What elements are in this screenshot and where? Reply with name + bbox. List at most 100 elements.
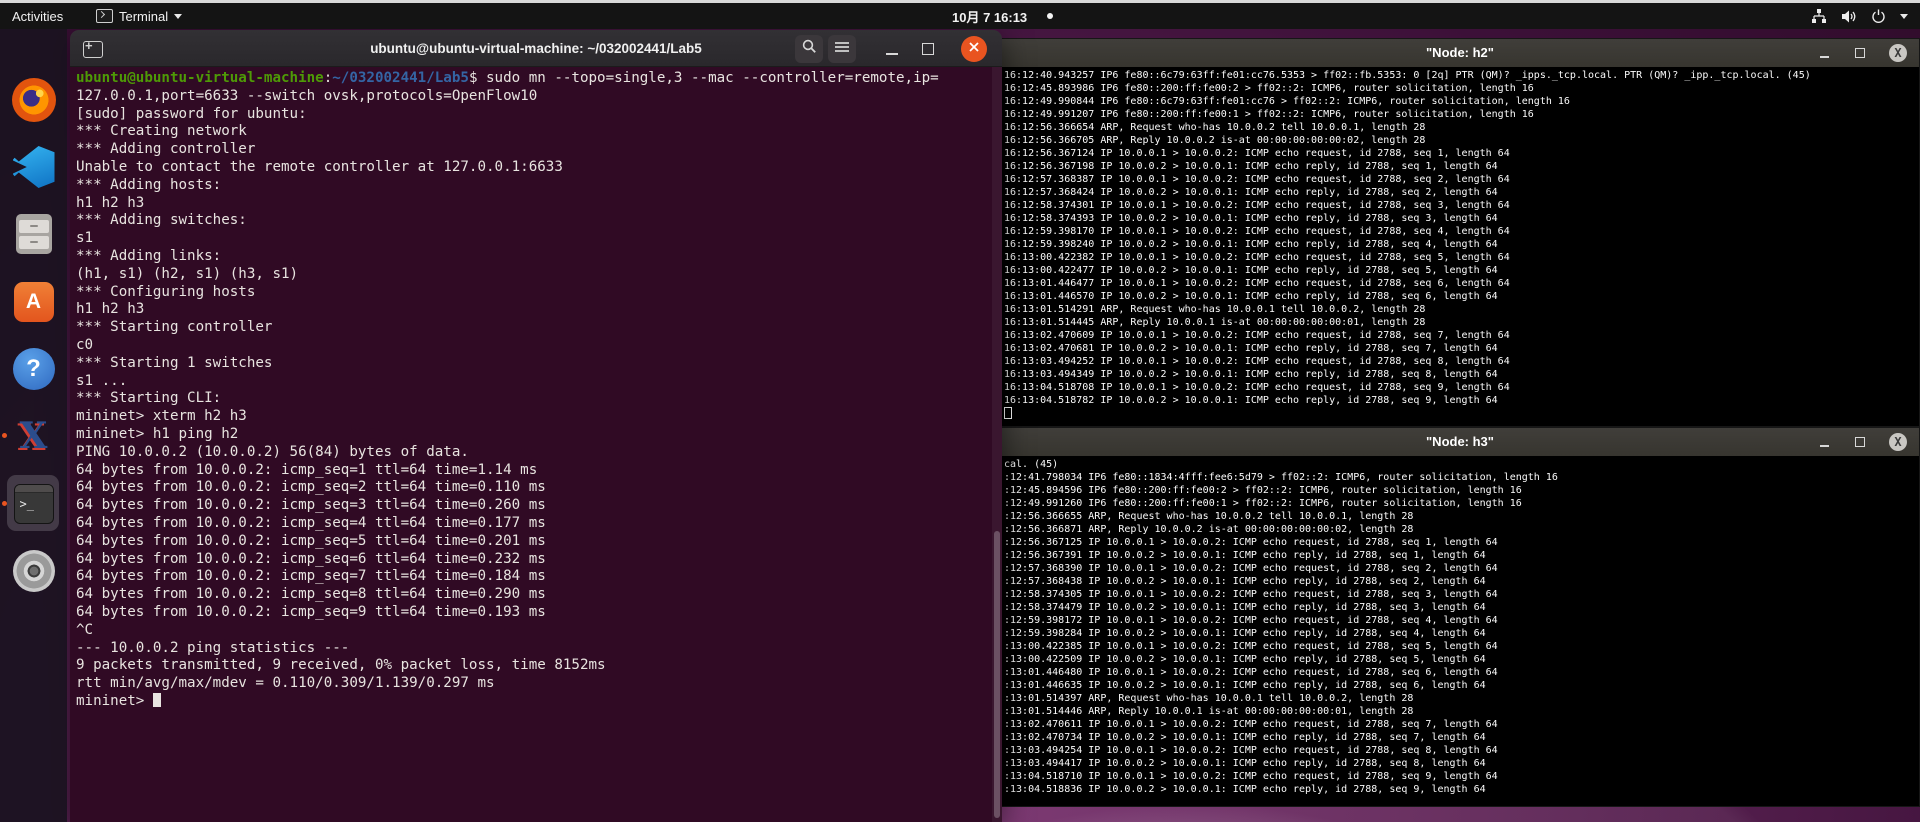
minimize-icon	[1819, 56, 1829, 58]
activities-button[interactable]: Activities	[4, 3, 71, 29]
xterm-h3-title: "Node: h3"	[1426, 434, 1494, 449]
terminal-line: *** Starting CLI:	[76, 390, 222, 407]
terminal-line: (h1, s1) (h2, s1) (h3, s1)	[76, 265, 299, 282]
vscode-icon	[12, 146, 55, 188]
activities-label: Activities	[12, 8, 64, 24]
tcpdump-output-h2: 16:12:40.943257 IP6 fe80::6c79:63ff:fe01…	[1004, 69, 1919, 426]
terminal-line: *** Adding switches:	[76, 212, 247, 229]
terminal-line: cal. (45)	[1004, 459, 1059, 470]
close-button[interactable]	[961, 36, 987, 62]
clock-label: 10月 7 16:13	[952, 9, 1028, 25]
screen: { "top_bar": { "activities_label": "Acti…	[0, 0, 1920, 822]
terminal-line: 16:13:01.514291 ARP, Request who-has 10.…	[1004, 304, 1426, 315]
terminal-line: 16:12:40.943257 IP6 fe80::6c79:63ff:fe01…	[1004, 70, 1811, 81]
terminal-line: *** Configuring hosts	[76, 283, 256, 300]
xterm-h2-content-area[interactable]: 16:12:40.943257 IP6 fe80::6c79:63ff:fe01…	[1001, 67, 1919, 426]
minimize-button[interactable]	[1815, 433, 1833, 451]
running-indicator-dot	[2, 433, 7, 438]
app-menu-button[interactable]: Terminal	[88, 3, 190, 29]
maximize-button[interactable]	[1851, 44, 1869, 62]
terminal-line: :13:02.470734 IP 10.0.0.2 > 10.0.0.1: IC…	[1004, 732, 1486, 743]
dock-item-help[interactable]: ?	[0, 339, 67, 399]
xterm-h2-title: "Node: h2"	[1426, 45, 1494, 60]
terminal-line: 16:12:59.398170 IP 10.0.0.1 > 10.0.0.2: …	[1004, 226, 1510, 237]
terminal-line: *** Adding controller	[76, 141, 256, 158]
terminal-line: s1	[76, 230, 94, 247]
clock-button[interactable]: 10月 7 16:13	[944, 3, 1061, 29]
close-button[interactable]: X	[1889, 44, 1907, 62]
terminal-line: *** Adding hosts:	[76, 176, 222, 193]
dock-item-firefox[interactable]	[0, 70, 67, 130]
terminal-line: 64 bytes from 10.0.0.2: icmp_seq=7 ttl=6…	[76, 568, 546, 585]
terminal-line: 127.0.0.1,port=6633 --switch ovsk,protoc…	[76, 87, 538, 104]
terminal-line: 16:12:49.990844 IP6 fe80::6c79:63ff:fe01…	[1004, 96, 1570, 107]
terminal-line: 16:13:04.518782 IP 10.0.0.2 > 10.0.0.1: …	[1004, 395, 1498, 406]
minimize-button[interactable]	[1815, 44, 1833, 62]
close-icon: X	[1894, 435, 1902, 449]
xterm-h2-titlebar[interactable]: "Node: h2" X	[1001, 39, 1919, 68]
xterm-h2-window: "Node: h2" X 16:12:40.943257 IP6 fe80::6…	[1000, 38, 1920, 427]
dock-item-ubuntu-software[interactable]: A	[0, 272, 67, 332]
minimize-icon	[1819, 445, 1829, 447]
terminal-line: 16:12:59.398240 IP 10.0.0.2 > 10.0.0.1: …	[1004, 239, 1498, 250]
dock: A ? X >_	[0, 29, 67, 822]
dock-item-vscode[interactable]	[0, 137, 67, 197]
terminal-content-area[interactable]: ubuntu@ubuntu-virtual-machine:~/03200244…	[70, 67, 1002, 822]
terminal-line: 64 bytes from 10.0.0.2: icmp_seq=8 ttl=6…	[76, 586, 546, 603]
terminal-output: ubuntu@ubuntu-virtual-machine:~/03200244…	[76, 70, 988, 822]
dock-item-files[interactable]	[0, 204, 67, 264]
terminal-cursor	[152, 692, 161, 707]
dock-item-dvd[interactable]	[0, 541, 67, 601]
xterm-h3-content-area[interactable]: cal. (45):12:41.798034 IP6 fe80::1834:4f…	[1001, 456, 1919, 806]
terminal-line: :13:02.470611 IP 10.0.0.1 > 10.0.0.2: IC…	[1004, 719, 1498, 730]
terminal-line: 16:12:56.367124 IP 10.0.0.1 > 10.0.0.2: …	[1004, 148, 1510, 159]
terminal-cursor	[1004, 407, 1012, 419]
terminal-line: :12:59.398172 IP 10.0.0.1 > 10.0.0.2: IC…	[1004, 615, 1498, 626]
terminal-scrollbar[interactable]	[992, 67, 1002, 822]
terminal-line: 16:12:45.893986 IP6 fe80::200:ff:fe00:2 …	[1004, 83, 1534, 94]
terminal-line	[1004, 407, 1919, 422]
terminal-line: 16:13:04.518708 IP 10.0.0.1 > 10.0.0.2: …	[1004, 382, 1510, 393]
scrollbar-thumb[interactable]	[994, 531, 1000, 818]
new-tab-icon	[83, 38, 103, 58]
tray-chevron-icon	[1900, 13, 1908, 19]
maximize-icon	[922, 43, 934, 55]
terminal-line: :12:56.367391 IP 10.0.0.2 > 10.0.0.1: IC…	[1004, 550, 1486, 561]
window-menu-button[interactable]	[828, 35, 856, 63]
terminal-icon: >_	[13, 484, 54, 524]
terminal-line: rtt min/avg/max/mdev = 0.110/0.309/1.139…	[76, 675, 495, 692]
notification-dot	[1047, 13, 1054, 19]
terminal-line: 64 bytes from 10.0.0.2: icmp_seq=6 ttl=6…	[76, 550, 546, 567]
terminal-line: mininet> xterm h2 h3	[76, 408, 247, 425]
maximize-button[interactable]	[1851, 433, 1869, 451]
dock-item-terminal[interactable]: >_	[0, 474, 67, 534]
terminal-line: 64 bytes from 10.0.0.2: icmp_seq=4 ttl=6…	[76, 514, 546, 531]
close-button[interactable]: X	[1889, 433, 1907, 451]
terminal-line: 16:12:57.368424 IP 10.0.0.2 > 10.0.0.1: …	[1004, 187, 1498, 198]
terminal-line: PING 10.0.0.2 (10.0.0.2) 56(84) bytes of…	[76, 443, 469, 460]
dock-item-xterm[interactable]: X	[0, 406, 67, 466]
terminal-line: :12:56.366871 ARP, Reply 10.0.0.2 is-at …	[1004, 524, 1414, 535]
terminal-line: ^C	[76, 621, 94, 638]
terminal-line: 16:12:58.374301 IP 10.0.0.1 > 10.0.0.2: …	[1004, 200, 1510, 211]
terminal-line: *** Adding links:	[76, 247, 222, 264]
maximize-icon	[1855, 48, 1865, 58]
maximize-icon	[1855, 437, 1865, 447]
terminal-line: h1 h2 h3	[76, 194, 145, 211]
terminal-line: mininet> h1 ping h2	[76, 425, 239, 442]
volume-icon	[1841, 9, 1857, 24]
terminal-line: [sudo] password for ubuntu:	[76, 105, 307, 122]
maximize-button[interactable]	[914, 35, 942, 63]
system-tray-button[interactable]	[1801, 3, 1918, 29]
terminal-line: :12:57.368438 IP 10.0.0.2 > 10.0.0.1: IC…	[1004, 576, 1486, 587]
search-button[interactable]	[795, 35, 823, 63]
terminal-line: 16:13:03.494252 IP 10.0.0.1 > 10.0.0.2: …	[1004, 356, 1510, 367]
terminal-line: 64 bytes from 10.0.0.2: icmp_seq=2 ttl=6…	[76, 479, 546, 496]
terminal-titlebar[interactable]: ubuntu@ubuntu-virtual-machine: ~/0320024…	[70, 30, 1002, 67]
terminal-app-icon	[96, 9, 113, 23]
xterm-h3-titlebar[interactable]: "Node: h3" X	[1001, 428, 1919, 457]
terminal-line: :12:59.398284 IP 10.0.0.2 > 10.0.0.1: IC…	[1004, 628, 1486, 639]
chevron-down-icon	[174, 13, 183, 19]
new-tab-button[interactable]	[79, 35, 107, 63]
minimize-button[interactable]	[878, 35, 906, 63]
